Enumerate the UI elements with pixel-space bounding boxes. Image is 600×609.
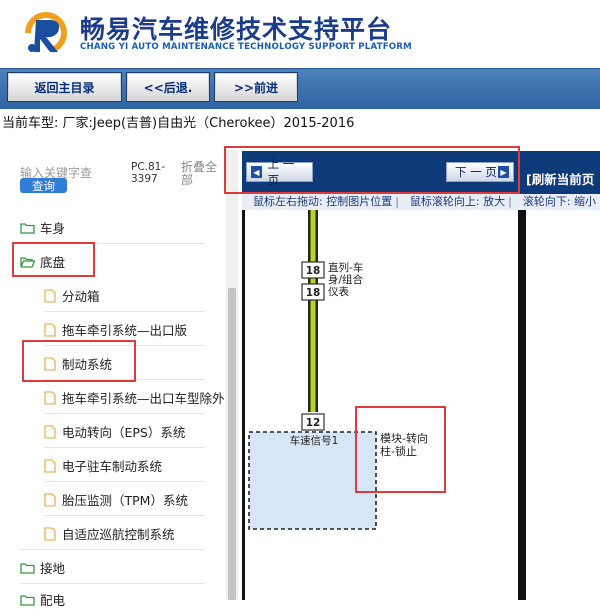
document-icon <box>44 322 56 337</box>
pin-18-top: 18 <box>306 265 321 277</box>
document-icon <box>44 526 56 541</box>
hint-zoom-in: 鼠标滚轮向上: 放大 <box>409 195 506 208</box>
sidebar-item-label: 电动转向（EPS）系统 <box>62 425 186 440</box>
divider <box>44 481 205 482</box>
signal-label: 车速信号1 <box>290 434 339 447</box>
sidebar-item-label: 拖车牵引系统—出口版 <box>62 323 188 338</box>
home-button[interactable]: 返回主目录 <box>7 72 122 102</box>
sidebar-item-label: 胎压监测（TPM）系统 <box>62 493 188 508</box>
current-vehicle-model: 当前车型: 厂家:Jeep(吉普)自由光（Cherokee）2015-2016 <box>2 116 355 131</box>
diagram-left-border <box>242 210 245 600</box>
highlight-chassis <box>12 242 95 277</box>
divider <box>44 515 205 516</box>
sidebar-item-label: 接地 <box>40 561 66 576</box>
refresh-page-link[interactable]: [刷新当前页 <box>526 169 594 188</box>
collapse-all-link[interactable]: 折叠全部 <box>181 161 221 187</box>
wire-core <box>310 210 316 412</box>
sidebar-item-label: 车身 <box>40 221 66 236</box>
hint-drag: 鼠标左右拖动: 控制图片位置 <box>253 195 393 208</box>
pin-12: 12 <box>306 417 321 429</box>
document-icon <box>44 288 56 303</box>
divider <box>44 413 205 414</box>
sidebar-item-towing-export[interactable]: 拖车牵引系统—出口版 <box>44 320 187 339</box>
document-icon <box>44 424 56 439</box>
highlight-page-buttons <box>224 146 520 194</box>
sidebar-scroll-thumb[interactable] <box>228 288 236 600</box>
site-title: 畅易汽车维修技术支持平台 <box>80 15 393 44</box>
diagram-right-area <box>526 210 600 600</box>
site-subtitle: CHANG YI AUTO MAINTENANCE TECHNOLOGY SUP… <box>80 42 412 52</box>
document-icon <box>44 492 56 507</box>
app-header: 畅易汽车维修技术支持平台 CHANG YI AUTO MAINTENANCE T… <box>0 0 600 68</box>
connector-label: 直列-车身/组合仪表 <box>328 262 364 298</box>
sidebar-item-adaptive-cruise[interactable]: 自适应巡航控制系统 <box>44 524 175 543</box>
sidebar-item-electronic-parking-brake[interactable]: 电子驻车制动系统 <box>44 456 162 475</box>
highlight-brake-system <box>22 340 136 382</box>
wiring-diagram-canvas[interactable]: 18 18 直列-车身/组合仪表 12 车速信号1 模块-转向柱-锁止 <box>244 210 520 600</box>
direct-label-wrap: 直列-车身/组合仪表 <box>328 262 364 298</box>
wiring-diagram: 18 18 直列-车身/组合仪表 12 车速信号1 模块-转向柱-锁止 <box>248 210 428 530</box>
sidebar-item-eps[interactable]: 电动转向（EPS）系统 <box>44 422 185 441</box>
highlight-module-label <box>355 406 446 493</box>
sidebar-item-ground[interactable]: 接地 <box>20 558 65 577</box>
folder-icon <box>20 562 35 574</box>
sidebar-item-label: 拖车牵引系统—出口车型除外 <box>62 391 225 406</box>
query-button[interactable]: 查询 <box>20 178 67 193</box>
hint-zoom-out: 滚轮向下: 缩小 <box>522 195 597 208</box>
sidebar-item-body[interactable]: 车身 <box>20 218 65 237</box>
pin-18-bottom: 18 <box>306 287 321 299</box>
pc-code: PC.81-3397 <box>131 161 166 185</box>
divider <box>20 583 205 584</box>
sidebar-item-towing-non-export[interactable]: 拖车牵引系统—出口车型除外 <box>44 388 226 407</box>
divider <box>44 311 205 312</box>
divider <box>20 549 205 550</box>
back-button[interactable]: <<后退. <box>126 72 210 102</box>
document-icon <box>44 458 56 473</box>
divider <box>44 447 205 448</box>
sidebar-item-label: 电子驻车制动系统 <box>62 459 163 474</box>
sidebar-item-label: 自适应巡航控制系统 <box>62 527 175 542</box>
folder-icon <box>20 222 35 234</box>
viewer-hint-bar: 鼠标左右拖动: 控制图片位置 | 鼠标滚轮向上: 放大 | 滚轮向下: 缩小 <box>242 194 600 210</box>
document-icon <box>44 390 56 405</box>
diagram-right-border <box>518 210 526 600</box>
cr-logo-icon <box>25 12 67 53</box>
sidebar-item-label: 分动箱 <box>62 289 100 304</box>
forward-button[interactable]: >>前进 <box>214 72 298 102</box>
sidebar-item-tpm[interactable]: 胎压监测（TPM）系统 <box>44 490 188 509</box>
sidebar-item-transfer-case[interactable]: 分动箱 <box>44 286 100 305</box>
